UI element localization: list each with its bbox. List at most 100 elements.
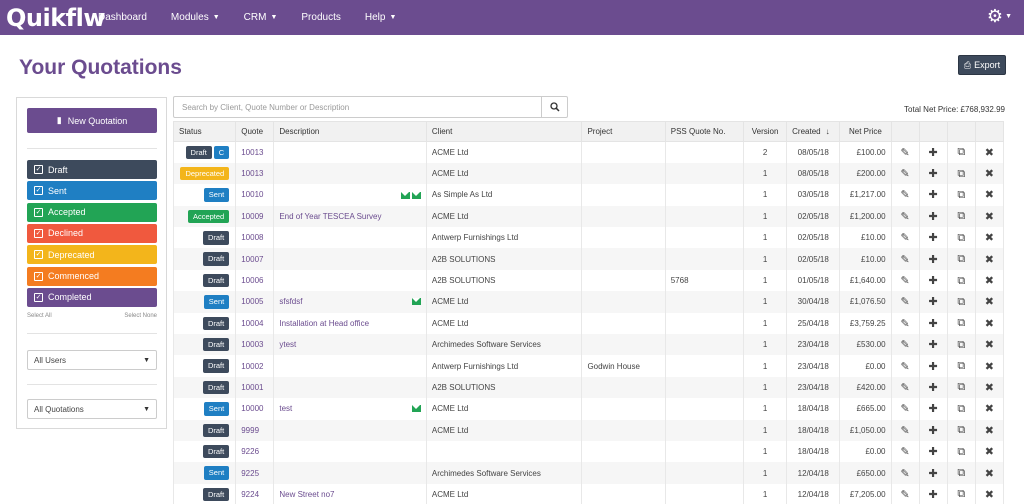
delete-action[interactable]: ✖	[974, 334, 1005, 356]
search-button[interactable]	[541, 96, 568, 118]
table-row[interactable]: Draft 10004 Installation at Head office ACM…	[172, 312, 1005, 335]
delete-action[interactable]: ✖	[974, 355, 1005, 377]
description-text[interactable]: Installation at Head office	[279, 319, 369, 328]
quote-number-link[interactable]: 10013	[235, 162, 275, 185]
delete-action[interactable]: ✖	[974, 205, 1005, 228]
delete-action[interactable]: ✖	[974, 184, 1005, 206]
add-action[interactable]: ✚	[918, 334, 948, 356]
search-input[interactable]: Search by Client, Quote Number or Descri…	[173, 96, 542, 118]
export-button[interactable]: ⎙ Export	[958, 55, 1006, 75]
status-filter-accepted[interactable]: ✓ Accepted	[27, 202, 157, 222]
edit-action[interactable]: ✎	[890, 462, 920, 484]
column-header-description[interactable]: Description	[273, 121, 427, 142]
edit-action[interactable]: ✎	[890, 248, 920, 270]
delete-action[interactable]: ✖	[974, 419, 1005, 441]
copy-action[interactable]: ⧉	[946, 462, 976, 484]
add-action[interactable]: ✚	[918, 462, 948, 484]
copy-action[interactable]: ⧉	[946, 355, 976, 377]
quote-number-link[interactable]: 10010	[235, 184, 275, 206]
delete-action[interactable]: ✖	[974, 483, 1005, 504]
quote-number-link[interactable]: 10006	[235, 269, 275, 292]
table-row[interactable]: Draft 9999 ACME Ltd 1 18/04/18 £1,050.00 ✎ ✚ ⧉ ✖	[172, 419, 1005, 441]
quote-number-link[interactable]: 10005	[235, 291, 275, 313]
description-text[interactable]: ytest	[279, 340, 296, 349]
quotations-dropdown[interactable]: All Quotations ▼	[27, 399, 157, 419]
add-action[interactable]: ✚	[918, 355, 948, 377]
quote-number-link[interactable]: 10000	[235, 398, 275, 420]
add-action[interactable]: ✚	[918, 184, 948, 206]
edit-action[interactable]: ✎	[890, 184, 920, 206]
table-row[interactable]: Sent 10010 As Simple As Ltd 1 03/05/18 £1,217…	[172, 184, 1005, 206]
column-header-net-price[interactable]: Net Price	[839, 121, 892, 142]
edit-action[interactable]: ✎	[890, 376, 920, 399]
table-row[interactable]: Draft 10001 A2B SOLUTIONS 1 23/04/18 £420.00 ✎…	[172, 376, 1005, 399]
table-row[interactable]: Draft C 10013 ACME Ltd 2 08/05/18 £100.00 ✎ ✚ ⧉ ✖	[172, 141, 1005, 163]
quote-number-link[interactable]: 10001	[235, 376, 275, 399]
edit-action[interactable]: ✎	[890, 291, 920, 313]
edit-action[interactable]: ✎	[890, 334, 920, 356]
status-filter-draft[interactable]: ✓ Draft	[27, 160, 157, 179]
quote-number-link[interactable]: 9225	[235, 462, 275, 484]
edit-action[interactable]: ✎	[890, 269, 920, 292]
copy-action[interactable]: ⧉	[946, 184, 976, 206]
edit-action[interactable]: ✎	[890, 483, 920, 504]
quote-number-link[interactable]: 9224	[235, 483, 275, 504]
add-action[interactable]: ✚	[918, 483, 948, 504]
edit-action[interactable]: ✎	[890, 355, 920, 377]
column-header-client[interactable]: Client	[425, 121, 583, 142]
quote-number-link[interactable]: 10002	[235, 355, 275, 377]
column-header-status[interactable]: Status	[172, 121, 237, 142]
delete-action[interactable]: ✖	[974, 141, 1005, 163]
copy-action[interactable]: ⧉	[946, 227, 976, 249]
status-filter-declined[interactable]: ✓ Declined	[27, 223, 157, 243]
description-text[interactable]: End of Year TESCEA Survey	[279, 212, 381, 221]
status-filter-commenced[interactable]: ✓ Commenced	[27, 266, 157, 286]
column-header-created[interactable]: Created ↓	[786, 121, 841, 142]
copy-action[interactable]: ⧉	[946, 440, 976, 463]
settings-menu[interactable]: ⚙ ▼	[987, 6, 1012, 27]
copy-action[interactable]: ⧉	[946, 483, 976, 504]
new-quotation-button[interactable]: ▮ New Quotation	[27, 108, 157, 133]
edit-action[interactable]: ✎	[890, 205, 920, 228]
delete-action[interactable]: ✖	[974, 462, 1005, 484]
add-action[interactable]: ✚	[918, 227, 948, 249]
select-none-link[interactable]: Select None	[124, 313, 157, 319]
edit-action[interactable]: ✎	[890, 440, 920, 463]
table-row[interactable]: Draft 9226 1 18/04/18 £0.00 ✎ ✚ ⧉ ✖	[172, 440, 1005, 463]
copy-action[interactable]: ⧉	[946, 419, 976, 441]
delete-action[interactable]: ✖	[974, 248, 1005, 270]
quote-number-link[interactable]: 10009	[235, 205, 275, 228]
add-action[interactable]: ✚	[918, 269, 948, 292]
nav-item-modules[interactable]: Modules ▼	[159, 0, 232, 35]
table-row[interactable]: Draft 10002 Antwerp Furnishings Ltd Godwin …	[172, 355, 1005, 377]
description-text[interactable]: test	[279, 404, 292, 413]
edit-action[interactable]: ✎	[890, 227, 920, 249]
add-action[interactable]: ✚	[918, 291, 948, 313]
table-row[interactable]: Sent 9225 Archimedes Software Services 1 12/…	[172, 462, 1005, 484]
quote-number-link[interactable]: 10004	[235, 312, 275, 335]
delete-action[interactable]: ✖	[974, 376, 1005, 399]
copy-action[interactable]: ⧉	[946, 205, 976, 228]
add-action[interactable]: ✚	[918, 419, 948, 441]
copy-action[interactable]: ⧉	[946, 376, 976, 399]
copy-action[interactable]: ⧉	[946, 291, 976, 313]
column-header-quote[interactable]: Quote	[235, 121, 275, 142]
edit-action[interactable]: ✎	[890, 162, 920, 185]
status-filter-completed[interactable]: ✓ Completed	[27, 287, 157, 307]
table-row[interactable]: Draft 9224 New Street no7 ACME Ltd 1 12/04/18…	[172, 483, 1005, 504]
edit-action[interactable]: ✎	[890, 398, 920, 420]
users-dropdown[interactable]: All Users ▼	[27, 350, 157, 370]
delete-action[interactable]: ✖	[974, 227, 1005, 249]
column-header-version[interactable]: Version	[743, 121, 788, 142]
add-action[interactable]: ✚	[918, 376, 948, 399]
copy-action[interactable]: ⧉	[946, 269, 976, 292]
quote-number-link[interactable]: 10013	[235, 141, 275, 163]
add-action[interactable]: ✚	[918, 398, 948, 420]
table-row[interactable]: Draft 10006 A2B SOLUTIONS 5768 1 01/05/18 £1,6…	[172, 269, 1005, 292]
description-text[interactable]: sfsfdsf	[279, 297, 302, 306]
quote-number-link[interactable]: 9999	[235, 419, 275, 441]
delete-action[interactable]: ✖	[974, 398, 1005, 420]
add-action[interactable]: ✚	[918, 141, 948, 163]
add-action[interactable]: ✚	[918, 312, 948, 335]
quote-number-link[interactable]: 10007	[235, 248, 275, 270]
